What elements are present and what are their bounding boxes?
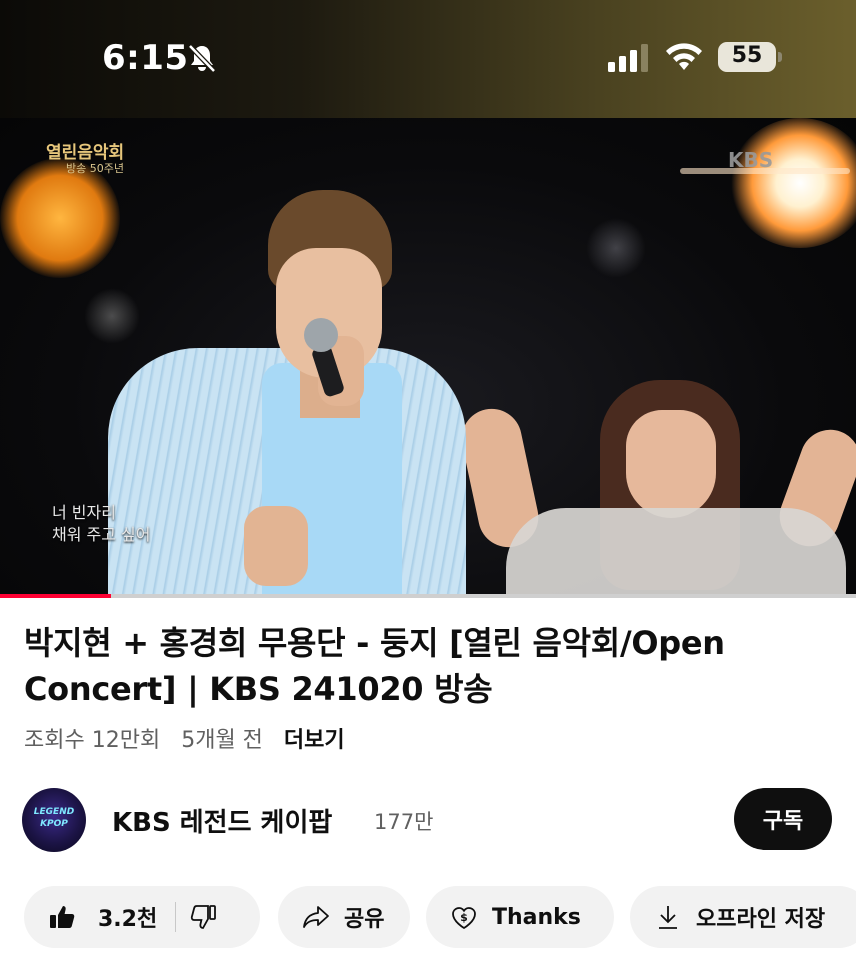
dancer-face <box>626 410 716 518</box>
program-logo: 열린음악회 방송 50주년 <box>46 144 124 175</box>
heart-dollar-icon: $ <box>452 907 476 930</box>
subscriber-count: 177만 <box>374 810 434 834</box>
like-count[interactable]: 3.2천 <box>98 901 157 933</box>
subscribe-button[interactable]: 구독 <box>734 788 832 850</box>
battery-tip <box>778 52 782 62</box>
performer-hand <box>244 506 308 586</box>
video-title[interactable]: 박지현 + 홍경희 무용단 - 둥지 [열린 음악회/Open Concert]… <box>24 620 824 712</box>
status-time: 6:15 <box>102 38 189 78</box>
video-meta[interactable]: 조회수 12만회 5개월 전 더보기 <box>24 722 359 754</box>
cellular-signal-icon <box>608 44 648 72</box>
like-dislike-chip: 3.2천 <box>24 886 260 948</box>
status-bar: 6:15 55 <box>0 0 856 118</box>
download-label: 오프라인 저장 <box>696 907 826 932</box>
program-logo-sub: 방송 50주년 <box>66 161 124 175</box>
video-player[interactable]: 열린음악회 방송 50주년 KBS 너 빈자리 채워 주고 싶어 <box>0 118 856 596</box>
more-link[interactable]: 더보기 <box>284 728 345 753</box>
thanks-button[interactable]: $ Thanks <box>426 886 614 948</box>
share-label: 공유 <box>344 907 385 932</box>
divider <box>175 902 177 932</box>
share-icon <box>303 906 329 928</box>
dancer-dress <box>506 508 846 596</box>
upload-age: 5개월 전 <box>181 728 263 753</box>
channel-name[interactable]: KBS 레전드 케이팝 <box>112 802 332 839</box>
channel-row[interactable]: LEGEND KPOP KBS 레전드 케이팝 177만 구독 <box>22 788 834 852</box>
bokeh-light <box>84 288 140 344</box>
thumbs-down-icon[interactable] <box>190 903 218 931</box>
microphone-icon <box>304 318 338 352</box>
avatar-logo-text: LEGEND KPOP <box>33 807 75 829</box>
bokeh-light <box>586 218 646 278</box>
battery-icon: 55 <box>718 42 784 74</box>
battery-level: 55 <box>731 43 763 68</box>
video-subtitle: 너 빈자리 채워 주고 싶어 <box>52 503 151 544</box>
stage-spotlight <box>730 118 856 248</box>
download-button[interactable]: 오프라인 저장 <box>630 886 856 948</box>
download-icon <box>659 906 677 929</box>
bokeh-light <box>0 158 120 278</box>
channel-avatar[interactable]: LEGEND KPOP <box>22 788 86 852</box>
action-bar: 3.2천 공유 $ Thanks 오프라인 저장 <box>24 886 856 950</box>
svg-text:$: $ <box>460 911 468 924</box>
broadcaster-logo: KBS <box>728 148 774 172</box>
video-info-panel: 박지현 + 홍경희 무용단 - 둥지 [열린 음악회/Open Concert]… <box>0 598 856 969</box>
thumbs-up-icon[interactable] <box>48 903 76 931</box>
thanks-label: Thanks <box>492 904 581 930</box>
wifi-icon <box>666 43 702 70</box>
program-logo-title: 열린음악회 <box>46 143 125 163</box>
bell-slash-icon <box>188 44 216 73</box>
view-count: 조회수 12만회 <box>24 728 161 753</box>
share-button[interactable]: 공유 <box>278 886 410 948</box>
